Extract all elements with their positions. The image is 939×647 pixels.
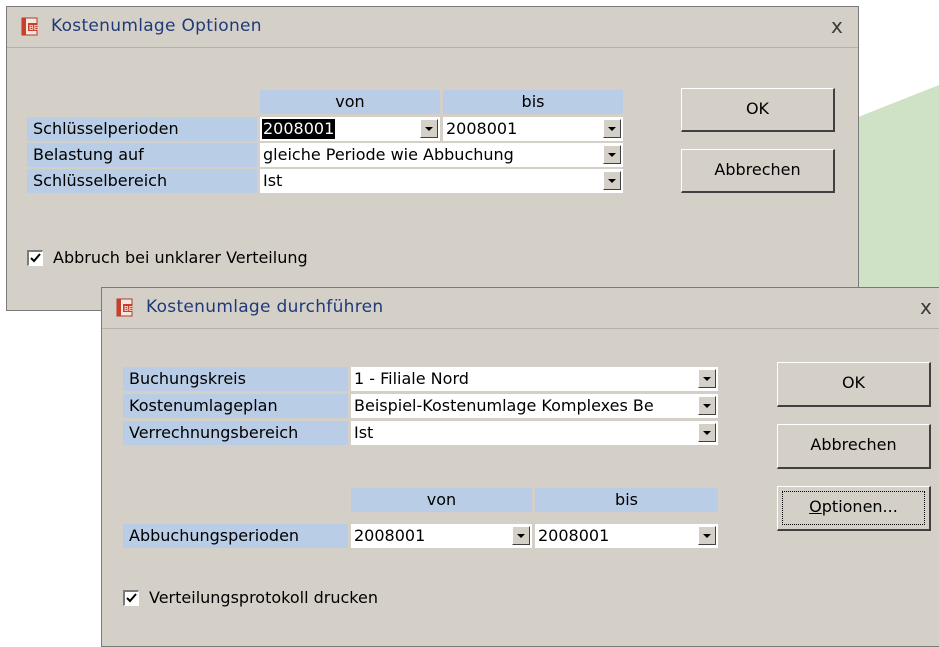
dialog-title: Kostenumlage durchführen [146,297,384,317]
debit-period-to-value: 2008001 [538,526,610,545]
close-icon[interactable]: x [831,14,843,38]
allocation-plan-select[interactable]: Beispiel-Kostenumlage Komplexes Be [351,394,718,418]
cancel-button[interactable]: Abbrechen [777,424,931,469]
chevron-down-icon[interactable] [603,171,621,190]
title-bar: BE Kostenumlage Optionen x [7,7,858,48]
charge-to-select[interactable]: gleiche Periode wie Abbuchung [260,143,623,167]
debit-period-from-select[interactable]: 2008001 [351,524,532,548]
abort-unclear-distribution-checkbox[interactable] [27,250,43,266]
key-period-to-select[interactable]: 2008001 [443,117,623,141]
print-distribution-log-checkbox[interactable] [123,590,139,606]
settlement-area-select[interactable]: Ist [351,421,718,445]
key-area-label: Schlüsselbereich [27,169,257,193]
charge-to-value: gleiche Periode wie Abbuchung [263,145,514,164]
kostenumlage-durchfuehren-dialog: BE Kostenumlage durchführen x Buchungskr… [101,287,939,647]
allocation-plan-label: Kostenumlageplan [123,394,348,418]
app-document-icon: BE [116,298,133,317]
ok-button-label: OK [841,373,866,392]
header-from: von [260,90,440,114]
dialog-title: Kostenumlage Optionen [51,16,262,36]
header-to: bis [443,90,623,114]
settlement-area-value: Ist [354,423,374,442]
title-bar: BE Kostenumlage durchführen x [102,288,939,329]
cancel-button-label: Abbrechen [810,435,897,454]
ok-button[interactable]: OK [777,362,931,407]
chevron-down-icon[interactable] [420,119,438,138]
chevron-down-icon[interactable] [603,119,621,138]
chevron-down-icon[interactable] [698,396,716,415]
options-button[interactable]: Optionen... [777,486,931,531]
svg-text:BE: BE [29,24,38,32]
allocation-plan-value: Beispiel-Kostenumlage Komplexes Be [354,396,654,415]
app-document-icon: BE [21,17,38,36]
booking-circle-value: 1 - Filiale Nord [354,369,469,388]
focus-rectangle [782,491,925,525]
chevron-down-icon[interactable] [512,526,530,545]
header-to: bis [535,488,718,512]
chevron-down-icon[interactable] [698,526,716,545]
ok-button[interactable]: OK [681,88,835,132]
debit-period-to-select[interactable]: 2008001 [535,524,718,548]
checkmark-icon [30,253,41,263]
key-period-from-select[interactable]: 2008001 [260,117,440,141]
abort-unclear-distribution-label: Abbruch bei unklarer Verteilung [53,248,308,267]
charge-to-label: Belastung auf [27,143,257,167]
ok-button-label: OK [745,99,770,118]
cancel-button[interactable]: Abbrechen [681,149,835,193]
booking-circle-select[interactable]: 1 - Filiale Nord [351,367,718,391]
print-distribution-log-label: Verteilungsprotokoll drucken [149,588,378,607]
header-from: von [351,488,532,512]
chevron-down-icon[interactable] [603,145,621,164]
settlement-area-label: Verrechnungsbereich [123,421,348,445]
key-area-value: Ist [263,171,283,190]
chevron-down-icon[interactable] [698,423,716,442]
debit-periods-label: Abbuchungsperioden [123,524,348,548]
key-periods-label: Schlüsselperioden [27,117,257,141]
key-area-select[interactable]: Ist [260,169,623,193]
key-period-from-value: 2008001 [262,119,336,139]
svg-text:BE: BE [124,305,133,313]
chevron-down-icon[interactable] [698,369,716,388]
booking-circle-label: Buchungskreis [123,367,348,391]
kostenumlage-optionen-dialog: BE Kostenumlage Optionen x von bis Schlü… [6,6,859,311]
debit-period-from-value: 2008001 [354,526,426,545]
checkmark-icon [126,593,137,603]
cancel-button-label: Abbrechen [714,160,801,179]
close-icon[interactable]: x [920,295,932,319]
key-period-to-value: 2008001 [446,119,518,138]
